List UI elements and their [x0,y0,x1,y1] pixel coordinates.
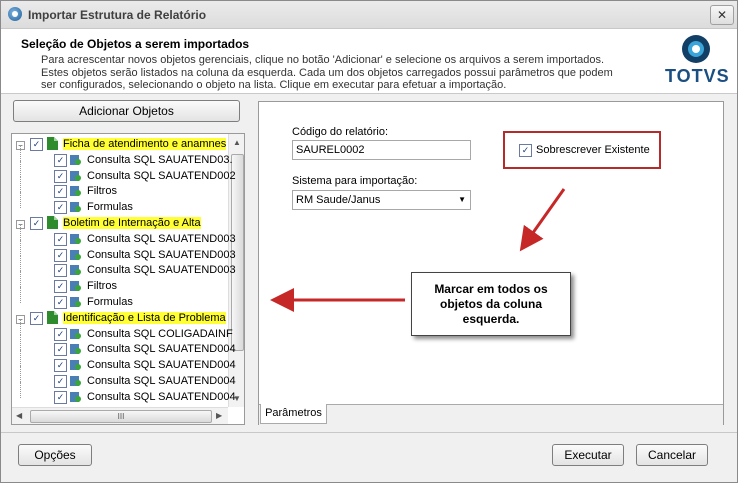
footer-separator [1,432,737,433]
import-dialog: Importar Estrutura de Relatório ✕ Seleçã… [0,0,738,483]
cancel-button[interactable]: Cancelar [636,444,708,466]
instruction-callout: Marcar em todos os objetos da coluna esq… [411,272,571,336]
arrow-to-checkbox [519,188,566,252]
execute-button[interactable]: Executar [552,444,624,466]
options-button[interactable]: Opções [18,444,92,466]
annotation-arrows [270,188,566,312]
